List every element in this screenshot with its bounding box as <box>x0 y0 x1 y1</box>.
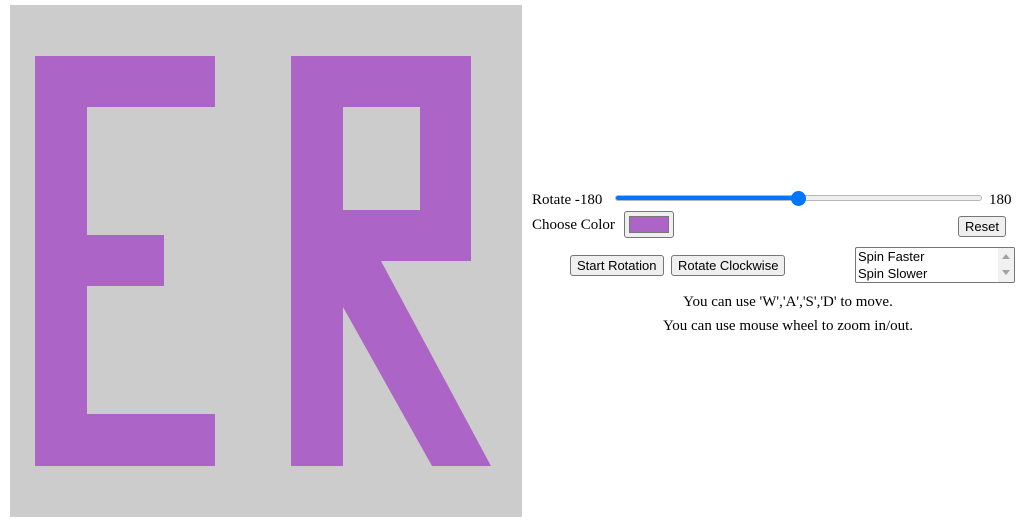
spin-faster-option[interactable]: Spin Faster <box>858 248 924 265</box>
choose-color-label: Choose Color <box>532 217 615 233</box>
rotate-label: Rotate -180 <box>532 192 603 208</box>
webgl-canvas[interactable] <box>10 5 522 517</box>
rotate-slider-thumb[interactable] <box>791 191 806 206</box>
color-swatch <box>629 216 669 233</box>
spin-speed-select[interactable]: Spin Faster Spin Slower <box>855 247 1015 283</box>
scroll-up-arrow-icon[interactable] <box>1002 254 1010 259</box>
reset-button[interactable]: Reset <box>958 216 1006 237</box>
rotate-clockwise-button[interactable]: Rotate Clockwise <box>671 255 786 276</box>
rotate-max-label: 180 <box>989 192 1012 208</box>
color-picker[interactable] <box>624 211 674 238</box>
move-hint: You can use 'W','A','S','D' to move. <box>683 294 893 310</box>
scroll-down-arrow-icon[interactable] <box>1002 270 1010 275</box>
zoom-hint: You can use mouse wheel to zoom in/out. <box>662 318 914 334</box>
letter-e-shape <box>35 56 215 466</box>
rotate-slider-fill <box>616 196 800 200</box>
start-rotation-button[interactable]: Start Rotation <box>570 255 664 276</box>
er-drawing <box>35 56 491 466</box>
letter-r-shape <box>291 56 491 466</box>
list-scrollbar[interactable] <box>998 248 1014 282</box>
spin-slower-option[interactable]: Spin Slower <box>858 265 927 282</box>
